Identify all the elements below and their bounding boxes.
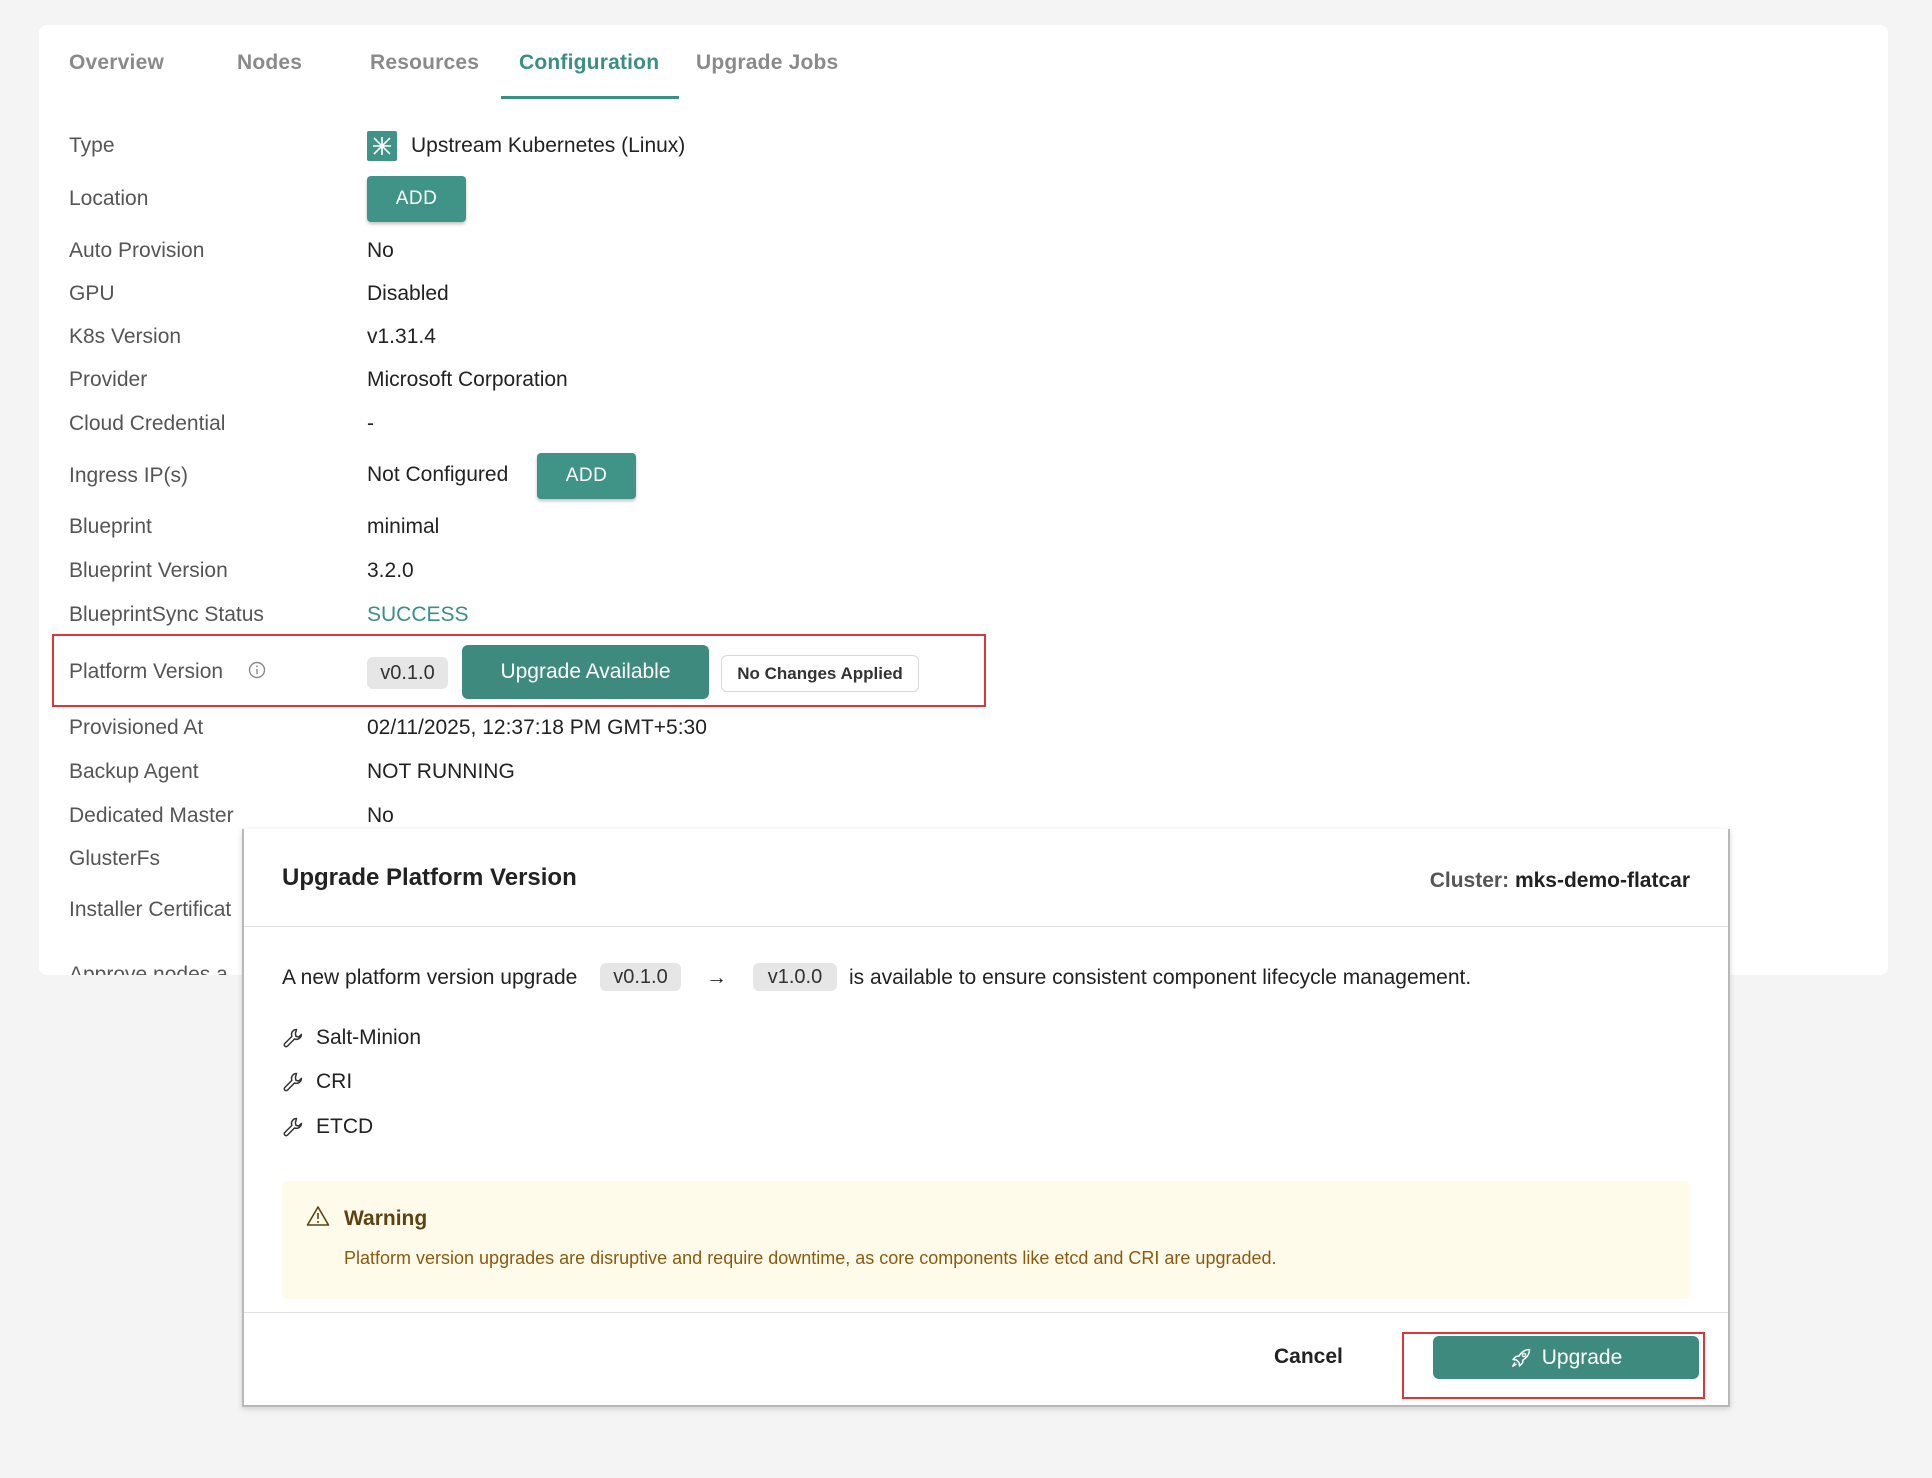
component-item: Salt-Minion <box>282 1023 421 1053</box>
wrench-icon <box>283 1028 303 1048</box>
location-add-button[interactable]: ADD <box>367 176 466 222</box>
wrench-icon <box>283 1072 303 1092</box>
blueprint-sync-status-value[interactable]: SUCCESS <box>367 603 469 627</box>
approve-nodes-label: Approve nodes a <box>69 963 228 975</box>
provider-label: Provider <box>69 368 148 391</box>
gpu-label: GPU <box>69 282 115 305</box>
cluster-name: mks-demo-flatcar <box>1514 869 1690 892</box>
provisioned-at-label: Provisioned At <box>69 716 204 739</box>
upgrade-intro-text: A new platform version upgrade <box>282 966 578 989</box>
backup-agent-value: NOT RUNNING <box>367 760 515 783</box>
dedicated-master-label: Dedicated Master <box>69 804 234 827</box>
installer-certificate-label: Installer Certificat <box>69 898 232 921</box>
ingress-ips-value: Not Configured <box>367 463 509 486</box>
warning-box: Warning Platform version upgrades are di… <box>282 1181 1690 1299</box>
tab-bar: Overview Nodes Resources Configuration U… <box>39 25 1888 99</box>
active-tab-indicator <box>501 96 679 99</box>
tab-overview[interactable]: Overview <box>69 51 164 75</box>
tab-resources[interactable]: Resources <box>370 51 479 75</box>
ingress-add-button[interactable]: ADD <box>537 453 636 499</box>
upgrade-intro-suffix: is available to ensure consistent compon… <box>849 966 1472 989</box>
warning-icon <box>306 1205 330 1232</box>
backup-agent-label: Backup Agent <box>69 760 199 783</box>
dialog-header-divider <box>244 926 1728 927</box>
tab-upgrade-jobs[interactable]: Upgrade Jobs <box>696 51 838 75</box>
upgrade-button-highlight <box>1402 1332 1705 1399</box>
auto-provision-value: No <box>367 239 394 262</box>
dedicated-master-value: No <box>367 804 394 827</box>
dialog-footer-divider <box>244 1312 1728 1313</box>
arrow-icon: → <box>706 966 727 989</box>
glusterfs-label: GlusterFs <box>69 847 161 870</box>
gpu-value: Disabled <box>367 282 449 305</box>
ingress-ips-label: Ingress IP(s) <box>69 464 189 487</box>
cancel-button[interactable]: Cancel <box>1268 1344 1349 1370</box>
component-label: ETCD <box>316 1115 374 1138</box>
wrench-icon <box>283 1117 303 1137</box>
blueprint-label: Blueprint <box>69 515 152 538</box>
tab-configuration[interactable]: Configuration <box>519 51 659 75</box>
provisioned-at-value: 02/11/2025, 12:37:18 PM GMT+5:30 <box>367 716 707 739</box>
to-version-chip: v1.0.0 <box>753 963 837 991</box>
kubernetes-icon <box>367 131 397 161</box>
warning-title: Warning <box>344 1207 428 1230</box>
platform-version-highlight <box>52 634 986 707</box>
type-value: Upstream Kubernetes (Linux) <box>411 134 686 157</box>
provider-value: Microsoft Corporation <box>367 368 568 391</box>
upgrade-platform-dialog: Upgrade Platform Version Cluster: mks-de… <box>242 829 1730 1407</box>
cluster-label: Cluster: <box>1429 869 1510 892</box>
warning-text: Platform version upgrades are disruptive… <box>344 1248 1277 1268</box>
auto-provision-label: Auto Provision <box>69 239 205 262</box>
type-label: Type <box>69 134 115 157</box>
blueprint-value: minimal <box>367 515 440 538</box>
blueprint-version-label: Blueprint Version <box>69 559 228 582</box>
component-label: Salt-Minion <box>316 1026 422 1049</box>
from-version-chip: v0.1.0 <box>600 963 681 991</box>
dialog-cluster: Cluster: mks-demo-flatcar <box>1430 869 1690 893</box>
cloud-credential-label: Cloud Credential <box>69 412 226 435</box>
cloud-credential-value: - <box>367 412 374 435</box>
component-item: CRI <box>282 1067 352 1097</box>
component-item: ETCD <box>282 1112 373 1142</box>
component-label: CRI <box>316 1070 353 1093</box>
location-label: Location <box>69 187 149 210</box>
k8s-version-value: v1.31.4 <box>367 325 436 348</box>
blueprint-version-value: 3.2.0 <box>367 559 414 582</box>
k8s-version-label: K8s Version <box>69 325 182 348</box>
tab-nodes[interactable]: Nodes <box>237 51 302 75</box>
dialog-title: Upgrade Platform Version <box>282 864 577 891</box>
blueprint-sync-status-label: BlueprintSync Status <box>69 603 264 626</box>
